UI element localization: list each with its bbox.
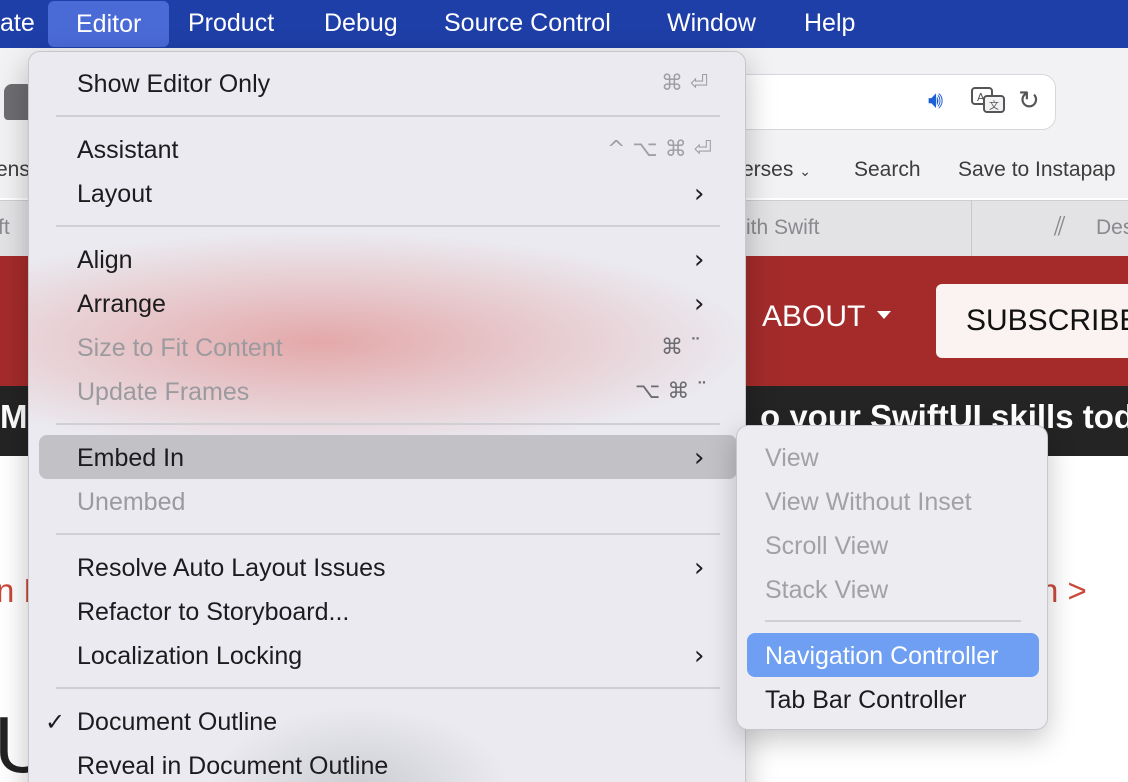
shortcut-label: ⌘ ⏎ [661, 71, 709, 96]
menu-bar: ate Editor Product Debug Source Control … [0, 0, 1128, 48]
menu-align[interactable]: Align [77, 245, 133, 275]
menu-resolve-auto-layout[interactable]: Resolve Auto Layout Issues [77, 553, 386, 583]
menu-item-source-control[interactable]: Source Control [444, 0, 611, 48]
bookmark-label: erses [742, 158, 794, 181]
translate-icon[interactable]: A文 [970, 86, 1006, 122]
bookmark-search[interactable]: Search [854, 158, 921, 182]
submenu-navigation-controller[interactable]: Navigation Controller [765, 641, 998, 671]
nav-about[interactable]: ABOUT [762, 300, 892, 334]
menu-item-navigate[interactable]: ate [0, 0, 35, 48]
menu-separator [56, 687, 720, 689]
menu-localization-locking[interactable]: Localization Locking [77, 641, 302, 671]
menu-separator [56, 115, 720, 117]
tab[interactable]: Des [1096, 200, 1128, 256]
menu-separator [765, 620, 1021, 622]
bookmark-instapaper[interactable]: Save to Instapap [958, 158, 1116, 182]
bookmark-item[interactable]: ens [0, 158, 30, 182]
menu-item-debug[interactable]: Debug [324, 0, 398, 48]
menu-assistant[interactable]: Assistant [77, 135, 178, 165]
caret-down-icon [877, 311, 892, 320]
menu-item-help[interactable]: Help [804, 0, 855, 48]
shortcut-label: ^ ⌥ ⌘ ⏎ [607, 137, 713, 162]
menu-size-to-fit: Size to Fit Content [77, 334, 283, 362]
chevron-right-icon: › [694, 443, 705, 473]
shortcut-label: ⌥ ⌘ ¨ [635, 379, 708, 404]
menu-embed-in[interactable]: Embed In [77, 443, 184, 473]
menu-update-frames: Update Frames [77, 378, 250, 406]
menu-item-window[interactable]: Window [667, 0, 756, 48]
chevron-right-icon: › [694, 289, 705, 319]
menu-separator [56, 533, 720, 535]
tab[interactable]: ith Swift [746, 200, 972, 256]
chevron-right-icon: › [694, 245, 705, 275]
embed-in-submenu: View View Without Inset Scroll View Stac… [736, 425, 1048, 730]
chevron-down-icon: ⌄ [799, 164, 811, 180]
svg-text:文: 文 [989, 99, 999, 112]
menu-unembed: Unembed [77, 488, 186, 516]
subscribe-button[interactable]: SUBSCRIBE [936, 284, 1128, 358]
submenu-view: View [765, 444, 819, 472]
shortcut-label: ⌘ ¨ [661, 335, 701, 360]
menu-item-product[interactable]: Product [188, 0, 274, 48]
submenu-tab-bar-controller[interactable]: Tab Bar Controller [765, 685, 966, 715]
menu-arrange[interactable]: Arrange [77, 289, 166, 319]
editor-menu: Show Editor Only ⌘ ⏎ Assistant ^ ⌥ ⌘ ⏎ L… [28, 51, 746, 782]
menu-reveal-outline[interactable]: Reveal in Document Outline [77, 751, 388, 781]
bookmark-item[interactable]: erses ⌄ [742, 158, 811, 182]
tab[interactable]: ft [0, 200, 10, 256]
nav-about-label: ABOUT [762, 300, 866, 333]
menu-item-editor[interactable]: Editor [48, 1, 170, 47]
submenu-scroll-view: Scroll View [765, 532, 889, 560]
menu-refactor-storyboard[interactable]: Refactor to Storyboard... [77, 597, 349, 627]
submenu-stack-view: Stack View [765, 576, 889, 604]
menu-separator [56, 423, 720, 425]
menu-separator [56, 225, 720, 227]
chevron-right-icon: › [694, 641, 705, 671]
speaker-icon[interactable]: 🔊︎ [928, 86, 943, 114]
menu-show-editor-only[interactable]: Show Editor Only [77, 69, 270, 99]
reload-icon[interactable]: ↻ [1018, 86, 1040, 116]
menu-document-outline[interactable]: Document Outline [77, 707, 277, 737]
submenu-view-without-inset: View Without Inset [765, 488, 972, 516]
chevron-right-icon: › [694, 179, 705, 209]
svg-text:A: A [977, 91, 985, 104]
menu-layout[interactable]: Layout [77, 179, 152, 209]
site-logo-icon: ⫽ [1054, 212, 1066, 242]
checkmark-icon: ✓ [45, 708, 66, 736]
chevron-right-icon: › [694, 553, 705, 583]
